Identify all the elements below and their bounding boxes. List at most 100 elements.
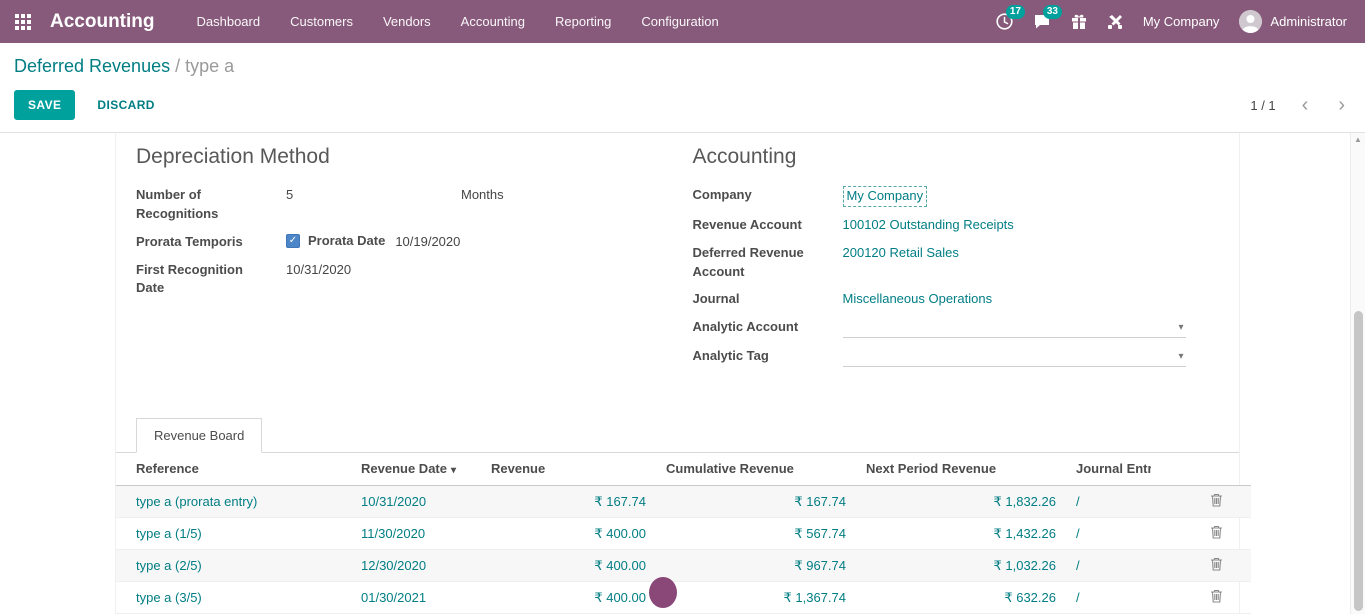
scroll-up-arrow-icon[interactable]: ▲ <box>1354 135 1362 144</box>
messages-menu-button[interactable]: 33 <box>1033 13 1051 30</box>
nav-vendors[interactable]: Vendors <box>383 14 431 29</box>
cell-revenue-date[interactable]: 11/30/2020 <box>351 518 481 550</box>
user-menu[interactable]: Administrator <box>1239 10 1347 33</box>
field-prorata-temporis: Prorata Temporis ✓ Prorata Date 10/19/20… <box>136 233 678 252</box>
cell-cumulative-revenue[interactable]: ₹ 967.74 <box>656 550 856 582</box>
accounting-group: Accounting Company My Company Revenue Ac… <box>678 145 1220 376</box>
cell-revenue-date[interactable]: 01/30/2021 <box>351 582 481 614</box>
field-number-of-recognitions: Number of Recognitions 5 Months <box>136 186 678 224</box>
table-row[interactable]: type a (2/5) 12/30/2020 ₹ 400.00 ₹ 967.7… <box>116 550 1251 582</box>
systray: 17 33 <box>996 10 1347 33</box>
tab-revenue-board[interactable]: Revenue Board <box>136 418 262 453</box>
gift-menu-button[interactable] <box>1071 13 1087 30</box>
cell-next-period-revenue[interactable]: ₹ 1,032.26 <box>856 550 1066 582</box>
table-row[interactable]: type a (3/5) 01/30/2021 ₹ 400.00 ₹ 1,367… <box>116 582 1251 614</box>
cell-revenue-date[interactable]: 10/31/2020 <box>351 486 481 518</box>
prorata-date-value[interactable]: 10/19/2020 <box>395 233 460 252</box>
cell-cumulative-revenue[interactable]: ₹ 567.74 <box>656 518 856 550</box>
analytic-account-label: Analytic Account <box>693 318 843 337</box>
cell-revenue[interactable]: ₹ 400.00 <box>481 518 656 550</box>
first-recognition-date-value[interactable]: 10/31/2020 <box>286 261 351 280</box>
nav-reporting[interactable]: Reporting <box>555 14 611 29</box>
header-revenue-date[interactable]: Revenue Date▾ <box>351 453 481 486</box>
delete-row-button[interactable] <box>1210 589 1223 603</box>
cell-journal-entry[interactable]: / <box>1066 550 1151 582</box>
discard-button[interactable]: DISCARD <box>91 97 160 113</box>
actions-row: SAVE DISCARD 1 / 1 ‹ › <box>14 90 1349 120</box>
activity-badge: 17 <box>1006 5 1025 19</box>
vertical-scrollbar[interactable]: ▲ <box>1350 133 1365 614</box>
cell-cumulative-revenue[interactable]: ₹ 1,367.74 <box>656 582 856 614</box>
prorata-date-label: Prorata Date <box>308 233 385 248</box>
cell-revenue[interactable]: ₹ 400.00 <box>481 582 656 614</box>
cell-revenue-date[interactable]: 12/30/2020 <box>351 550 481 582</box>
nav-dashboard[interactable]: Dashboard <box>197 14 261 29</box>
delete-row-button[interactable] <box>1210 493 1223 507</box>
header-cumulative-revenue[interactable]: Cumulative Revenue <box>656 453 856 486</box>
analytic-account-input[interactable]: ▾ <box>843 318 1186 338</box>
delete-row-button[interactable] <box>1210 557 1223 571</box>
top-navbar: Accounting Dashboard Customers Vendors A… <box>0 0 1365 43</box>
save-button[interactable]: SAVE <box>14 90 75 120</box>
nav-accounting[interactable]: Accounting <box>461 14 525 29</box>
header-journal-entry[interactable]: Journal Entry <box>1066 453 1151 486</box>
company-switcher[interactable]: My Company <box>1143 14 1220 29</box>
nav-customers[interactable]: Customers <box>290 14 353 29</box>
scrollbar-thumb[interactable] <box>1354 311 1363 611</box>
cell-reference[interactable]: type a (2/5) <box>116 550 351 582</box>
field-analytic-tag: Analytic Tag ▾ <box>693 347 1220 367</box>
journal-label: Journal <box>693 290 843 309</box>
cell-next-period-revenue[interactable]: ₹ 1,432.26 <box>856 518 1066 550</box>
depreciation-method-group: Depreciation Method Number of Recognitio… <box>136 145 678 376</box>
breadcrumb-current: type a <box>185 56 234 76</box>
main-menu: Dashboard Customers Vendors Accounting R… <box>197 14 749 29</box>
company-label: Company <box>693 186 843 205</box>
pager-next-button[interactable]: › <box>1334 95 1349 115</box>
form-sheet: Depreciation Method Number of Recognitio… <box>115 133 1240 614</box>
analytic-tag-label: Analytic Tag <box>693 347 843 366</box>
header-revenue[interactable]: Revenue <box>481 453 656 486</box>
delete-row-button[interactable] <box>1210 525 1223 539</box>
app-name[interactable]: Accounting <box>50 11 155 33</box>
cell-journal-entry[interactable]: / <box>1066 518 1151 550</box>
header-actions <box>1151 453 1251 486</box>
activity-menu-button[interactable]: 17 <box>996 13 1013 30</box>
depreciation-method-title: Depreciation Method <box>136 145 678 169</box>
pager-counter: 1 / 1 <box>1250 98 1275 113</box>
cell-reference[interactable]: type a (prorata entry) <box>116 486 351 518</box>
header-next-period-revenue[interactable]: Next Period Revenue <box>856 453 1066 486</box>
number-of-recognitions-value[interactable]: 5 <box>286 186 461 205</box>
table-row[interactable]: type a (1/5) 11/30/2020 ₹ 400.00 ₹ 567.7… <box>116 518 1251 550</box>
analytic-tag-input[interactable]: ▾ <box>843 347 1186 367</box>
field-analytic-account: Analytic Account ▾ <box>693 318 1220 338</box>
revenue-account-value-link[interactable]: 100102 Outstanding Receipts <box>843 216 1014 235</box>
table-row[interactable]: type a (prorata entry) 10/31/2020 ₹ 167.… <box>116 486 1251 518</box>
cell-revenue[interactable]: ₹ 167.74 <box>481 486 656 518</box>
nav-configuration[interactable]: Configuration <box>641 14 718 29</box>
prorata-temporis-checkbox[interactable]: ✓ <box>286 234 300 248</box>
header-reference[interactable]: Reference <box>116 453 351 486</box>
company-value-link[interactable]: My Company <box>843 186 928 207</box>
breadcrumb: Deferred Revenues / type a <box>14 55 1349 77</box>
cell-journal-entry[interactable]: / <box>1066 582 1151 614</box>
number-unit-label: Months <box>461 186 504 205</box>
cell-next-period-revenue[interactable]: ₹ 632.26 <box>856 582 1066 614</box>
gift-icon <box>1071 13 1087 30</box>
cell-next-period-revenue[interactable]: ₹ 1,832.26 <box>856 486 1066 518</box>
pager-previous-button[interactable]: ‹ <box>1298 95 1313 115</box>
cell-revenue[interactable]: ₹ 400.00 <box>481 550 656 582</box>
apps-menu-button[interactable] <box>0 0 46 43</box>
breadcrumb-parent-link[interactable]: Deferred Revenues <box>14 56 170 76</box>
cell-reference[interactable]: type a (3/5) <box>116 582 351 614</box>
cell-journal-entry[interactable]: / <box>1066 486 1151 518</box>
field-deferred-revenue-account: Deferred Revenue Account 200120 Retail S… <box>693 244 1220 282</box>
revenue-board-table: Reference Revenue Date▾ Revenue Cumulati… <box>116 453 1251 614</box>
user-name: Administrator <box>1270 14 1347 29</box>
journal-value-link[interactable]: Miscellaneous Operations <box>843 290 993 309</box>
cell-reference[interactable]: type a (1/5) <box>116 518 351 550</box>
cell-cumulative-revenue[interactable]: ₹ 167.74 <box>656 486 856 518</box>
deferred-revenue-account-value-link[interactable]: 200120 Retail Sales <box>843 244 959 263</box>
tools-menu-button[interactable] <box>1107 14 1123 30</box>
apps-grid-icon <box>15 14 31 30</box>
field-first-recognition-date: First Recognition Date 10/31/2020 <box>136 261 678 299</box>
